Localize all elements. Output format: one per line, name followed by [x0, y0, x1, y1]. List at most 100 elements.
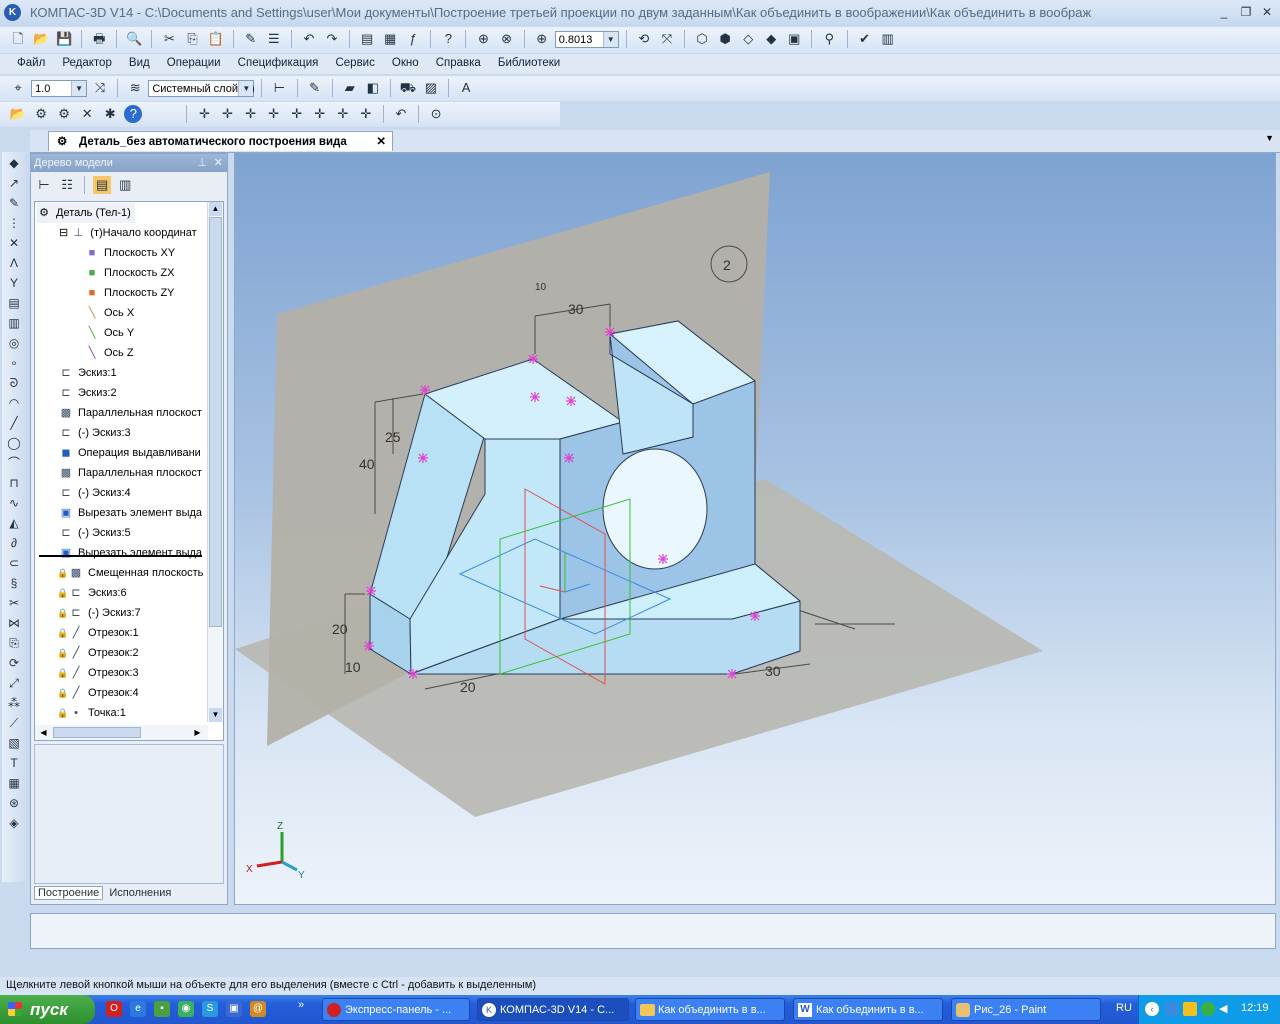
measure-icon[interactable]: ✕: [5, 235, 23, 252]
hidden-lines-icon[interactable]: ⬢: [716, 30, 734, 48]
chamfer-tool-icon[interactable]: ⟋: [5, 715, 23, 732]
tree-node[interactable]: ⊏ Эскиз:2: [59, 383, 116, 403]
rect-tool-icon[interactable]: ⊓: [5, 475, 23, 492]
orientation-icon[interactable]: ⤧: [658, 30, 676, 48]
tree-node[interactable]: ⊏ (-) Эскиз:5: [59, 523, 130, 543]
menu-editor[interactable]: Редактор: [62, 57, 112, 69]
step-combo[interactable]: 1.0 ▼: [31, 79, 88, 97]
tab-document[interactable]: ⚙ Деталь_без автоматического построения …: [48, 131, 393, 151]
tree-structure-icon[interactable]: ⊢: [35, 176, 53, 194]
save-icon[interactable]: 💾: [55, 30, 73, 48]
thin-lines-icon[interactable]: ◇: [739, 30, 757, 48]
filter-vert-icon[interactable]: Y: [5, 275, 23, 292]
line-tool-icon[interactable]: ╱: [5, 415, 23, 432]
rotate-icon[interactable]: ⟲: [635, 30, 653, 48]
helix-tool-icon[interactable]: §: [5, 575, 23, 592]
pin-icon[interactable]: ⊥: [197, 154, 207, 172]
snap-tangent-icon[interactable]: ✛: [265, 105, 283, 123]
view-tool-icon[interactable]: ◈: [5, 815, 23, 832]
redo-icon[interactable]: ↷: [323, 30, 341, 48]
menu-libraries[interactable]: Библиотеки: [498, 57, 560, 69]
stop-icon[interactable]: ⊙: [427, 105, 445, 123]
tree-node[interactable]: ╲ Ось Z: [85, 343, 134, 363]
library-manager-icon[interactable]: ⚙: [32, 105, 50, 123]
scale-tool-icon[interactable]: ⤢: [5, 675, 23, 692]
snap-center-icon[interactable]: ✛: [219, 105, 237, 123]
zoom-combo[interactable]: 0.8013 ▼: [554, 30, 619, 48]
menu-service[interactable]: Сервис: [335, 57, 374, 69]
tree-node[interactable]: ⊏ (-) Эскиз:4: [59, 483, 130, 503]
desktop-icon[interactable]: ▪: [154, 1001, 170, 1017]
snap-nearest-icon[interactable]: ✛: [357, 105, 375, 123]
layers-icon[interactable]: ≋: [126, 79, 144, 97]
help-icon[interactable]: ?: [124, 105, 143, 123]
geometry-icon[interactable]: ◆: [5, 155, 23, 172]
menu-help[interactable]: Справка: [436, 57, 481, 69]
dimensions-icon[interactable]: ↗: [5, 175, 23, 192]
preview-icon[interactable]: 🔍: [125, 30, 143, 48]
tree-node[interactable]: ╲ Ось X: [85, 303, 135, 323]
tree-node[interactable]: 🔒 ▩ Смещенная плоскость: [57, 563, 203, 583]
list-icon[interactable]: ☰: [265, 30, 283, 48]
tree-node[interactable]: ⊟ ⊥ (т)Начало координат: [59, 223, 197, 243]
chrome-icon[interactable]: ◉: [178, 1001, 194, 1017]
variables-icon[interactable]: ƒ: [404, 30, 422, 48]
tree-node[interactable]: 🔒 ╱ Отрезок:1: [57, 623, 139, 643]
restore-icon[interactable]: ❐: [1238, 5, 1254, 19]
scroll-up-icon[interactable]: ▲: [209, 202, 222, 216]
menu-operations[interactable]: Операции: [167, 57, 221, 69]
surface-icon[interactable]: ◠: [5, 395, 23, 412]
table-icon[interactable]: ▥: [879, 30, 897, 48]
curve-icon[interactable]: ᘐ: [5, 375, 23, 392]
part-hole[interactable]: [602, 448, 708, 570]
task-folder[interactable]: Как объединить в в...: [635, 998, 785, 1021]
snap-icon[interactable]: ⌖: [9, 79, 27, 97]
undo-edit-icon[interactable]: ↶: [392, 105, 410, 123]
language-indicator[interactable]: RU: [1116, 1002, 1132, 1014]
clock[interactable]: 12:19: [1241, 1002, 1269, 1014]
spline-tool-icon[interactable]: ∿: [5, 495, 23, 512]
sketch-mode-icon[interactable]: ✎: [306, 79, 324, 97]
scroll-left-icon[interactable]: ◀: [37, 726, 50, 739]
tree-node[interactable]: ╲ Ось Y: [85, 323, 135, 343]
help-pointer-icon[interactable]: ?: [439, 30, 457, 48]
tree-root[interactable]: ⚙ Деталь (Тел-1): [37, 203, 135, 223]
app-icon[interactable]: ▣: [226, 1001, 242, 1017]
settings-icon[interactable]: ⚙: [55, 105, 73, 123]
menu-file[interactable]: Файл: [17, 57, 45, 69]
rollback-bar[interactable]: [39, 555, 202, 557]
tree-node[interactable]: 🔒 ╱ Отрезок:3: [57, 663, 139, 683]
tree-node[interactable]: ⊏ Эскиз:1: [59, 363, 116, 383]
tree-node[interactable]: ■ Плоскость ZY: [85, 283, 175, 303]
manager-icon[interactable]: ▤: [358, 30, 376, 48]
check-icon[interactable]: ✔: [856, 30, 874, 48]
mirror-tool-icon[interactable]: ⋈: [5, 615, 23, 632]
copy-icon[interactable]: ⎘: [184, 30, 202, 48]
select-icon[interactable]: Λ: [5, 255, 23, 272]
tree-props-icon[interactable]: ▥: [116, 176, 134, 194]
cut-icon[interactable]: ✂: [161, 30, 179, 48]
spec-icon[interactable]: ▤: [5, 295, 23, 312]
copy-tool-icon[interactable]: ⎘: [5, 635, 23, 652]
tab-menu-icon[interactable]: ▼: [1265, 133, 1274, 143]
security-shield-icon[interactable]: [1183, 1002, 1197, 1016]
tray-expand-icon[interactable]: ‹: [1145, 1002, 1159, 1016]
new-document-icon[interactable]: 🗋: [9, 30, 27, 48]
tree-node[interactable]: ⊏ (-) Эскиз:3: [59, 423, 130, 443]
zoom-window-icon[interactable]: ⊕: [475, 30, 493, 48]
sheet-metal-icon[interactable]: ◎: [5, 335, 23, 352]
tree-view-icon[interactable]: ☷: [58, 176, 76, 194]
params-icon[interactable]: ⋮: [5, 215, 23, 232]
hscroll-thumb[interactable]: [53, 727, 141, 738]
open-icon[interactable]: 📂: [32, 30, 50, 48]
tree-node[interactable]: 🔒 ╱ Отрезок:4: [57, 683, 139, 703]
task-kompas[interactable]: K КОМПАС-3D V14 - С...: [477, 998, 629, 1021]
tree-node[interactable]: ▩ Параллельная плоскост: [59, 403, 202, 423]
tree-node[interactable]: ■ Плоскость XY: [85, 243, 175, 263]
ortho-icon[interactable]: ⤨: [91, 79, 109, 97]
shaded-edges-icon[interactable]: ▣: [785, 30, 803, 48]
sheet-icon[interactable]: ⛟: [399, 79, 417, 97]
tree-node[interactable]: ◼ Операция выдавливани: [59, 443, 200, 463]
array-tool-icon[interactable]: ⁂: [5, 695, 23, 712]
tree-node[interactable]: 🔒 ╱ Отрезок:2: [57, 643, 139, 663]
